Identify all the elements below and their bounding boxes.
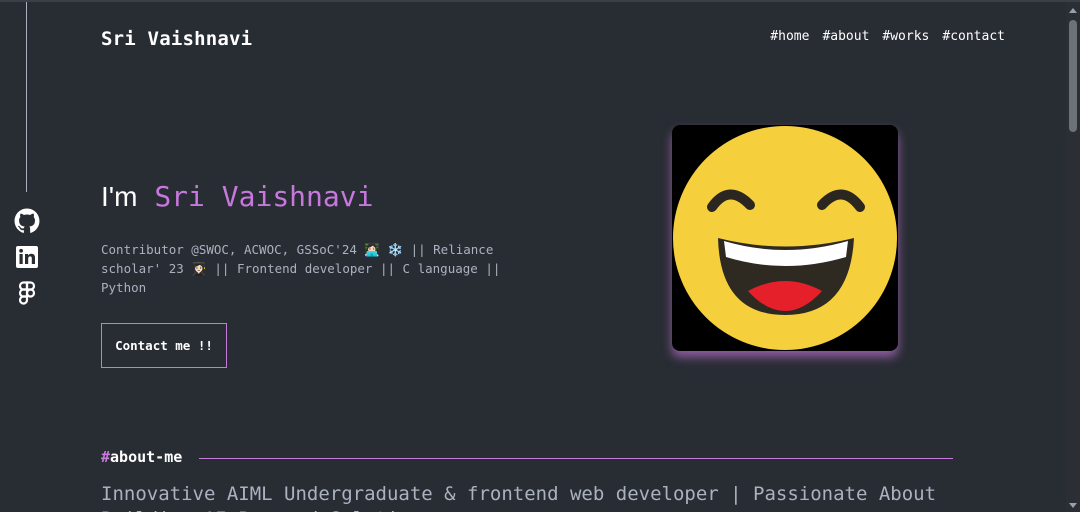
hero-title: I'm Sri Vaishnavi [101,180,373,213]
nav-about[interactable]: #about [822,29,869,44]
github-icon[interactable] [14,208,40,234]
nav-works[interactable]: #works [882,29,929,44]
contact-me-button[interactable]: Contact me !! [101,323,227,368]
social-rail-line [26,2,27,192]
hero-description: Contributor @SWOC, ACWOC, GSSoC'24 👩🏻‍💻 … [101,242,501,295]
scroll-up-arrow-icon[interactable] [1069,8,1077,13]
about-hash: # [101,448,111,466]
portfolio-page: Sri Vaishnavi #home #about #works #conta… [0,0,1080,512]
about-heading: #about-me [101,448,182,466]
hero-name: Sri Vaishnavi [154,180,374,213]
about-text: Innovative AIML Undergraduate & frontend… [101,483,937,512]
nav-home[interactable]: #home [770,29,809,44]
page-scrollbar[interactable] [1066,2,1080,512]
about-heading-text: about-me [110,448,183,466]
social-rail [13,208,41,306]
figma-icon[interactable] [14,280,40,306]
scroll-down-arrow-icon[interactable] [1069,503,1077,508]
linkedin-icon[interactable] [14,244,40,270]
laughing-emoji-icon [672,125,898,351]
about-divider [199,458,953,459]
main-nav: #home #about #works #contact [770,29,1005,44]
hero-greeting: I'm [101,181,138,212]
scroll-thumb[interactable] [1069,20,1077,132]
nav-contact[interactable]: #contact [942,29,1005,44]
site-logo[interactable]: Sri Vaishnavi [101,28,252,50]
